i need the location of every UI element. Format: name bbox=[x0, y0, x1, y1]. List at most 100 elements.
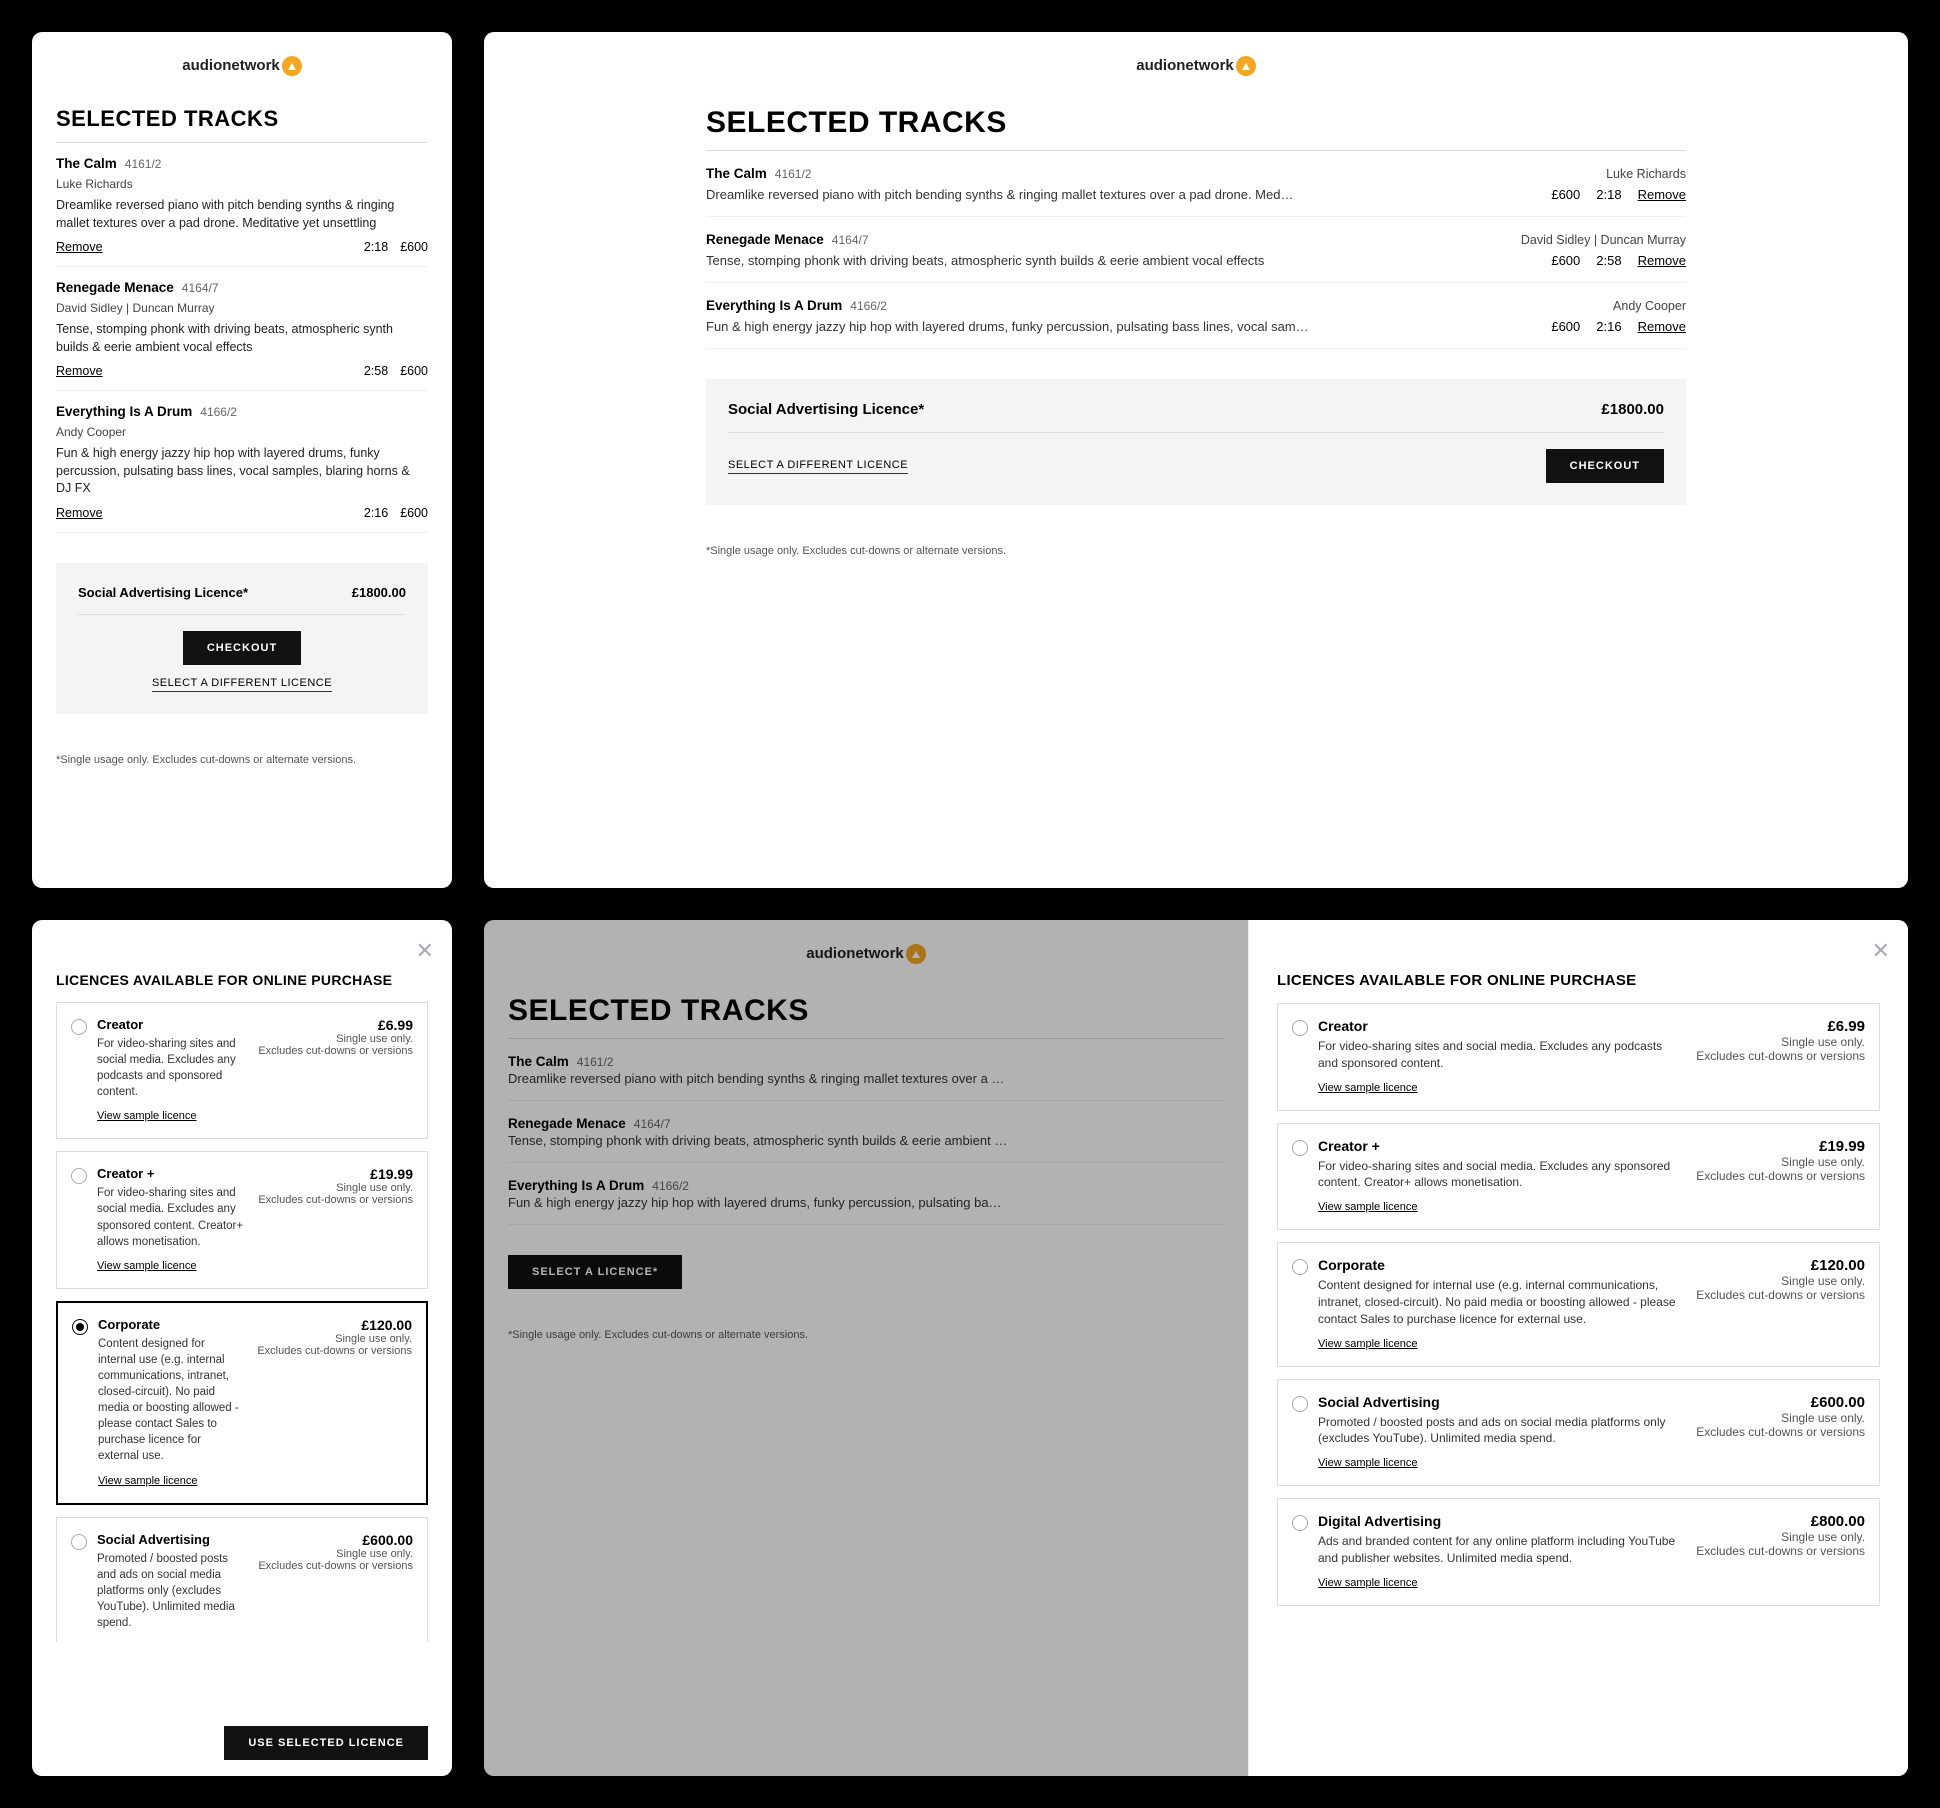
licence-description: For video-sharing sites and social media… bbox=[1318, 1038, 1682, 1072]
close-icon[interactable]: ✕ bbox=[416, 938, 434, 964]
page-title: SELECTED TRACKS bbox=[56, 106, 428, 132]
track-id: 4161/2 bbox=[775, 167, 812, 181]
licence-description: Promoted / boosted posts and ads on soci… bbox=[97, 1551, 244, 1631]
summary-licence-label: Social Advertising Licence* bbox=[728, 401, 924, 418]
footnote: *Single usage only. Excludes cut-downs o… bbox=[706, 545, 1686, 557]
track-id: 4164/7 bbox=[182, 281, 219, 295]
radio-icon[interactable] bbox=[1292, 1396, 1308, 1412]
licence-terms: Single use only.Excludes cut-downs or ve… bbox=[1696, 1530, 1865, 1558]
licence-terms: Single use only.Excludes cut-downs or ve… bbox=[1696, 1411, 1865, 1439]
radio-icon[interactable] bbox=[72, 1319, 88, 1335]
track-artists: David Sidley | Duncan Murray bbox=[1521, 233, 1686, 247]
licence-price: £800.00 bbox=[1696, 1513, 1865, 1530]
radio-icon[interactable] bbox=[1292, 1259, 1308, 1275]
track-title: The Calm bbox=[56, 156, 117, 171]
view-sample-licence-link[interactable]: View sample licence bbox=[1318, 1457, 1417, 1469]
track-list: The Calm4161/2 Luke Richards Dreamlike r… bbox=[706, 150, 1686, 349]
track-description: Tense, stomping phonk with driving beats… bbox=[56, 321, 428, 356]
brand-logo: audionetwork bbox=[544, 56, 1848, 76]
licence-name: Creator bbox=[97, 1017, 244, 1032]
radio-icon[interactable] bbox=[71, 1019, 87, 1035]
remove-link[interactable]: Remove bbox=[56, 364, 103, 378]
checkout-button[interactable]: CHECKOUT bbox=[183, 631, 301, 665]
radio-icon[interactable] bbox=[1292, 1515, 1308, 1531]
desktop-selected-tracks-panel: audionetwork SELECTED TRACKS The Calm416… bbox=[484, 32, 1908, 888]
modal-title: LICENCES AVAILABLE FOR ONLINE PURCHASE bbox=[56, 972, 428, 988]
track-artists: Andy Cooper bbox=[56, 425, 428, 439]
licence-name: Corporate bbox=[98, 1317, 243, 1332]
desktop-licence-drawer-panel: audionetwork SELECTED TRACKS The Calm416… bbox=[484, 920, 1908, 1776]
licence-option-creator-plus[interactable]: Creator + For video-sharing sites and so… bbox=[1277, 1123, 1880, 1231]
licence-price: £600.00 bbox=[258, 1532, 413, 1548]
track-row: The Calm4161/2 Luke Richards Dreamlike r… bbox=[706, 151, 1686, 217]
summary-box: Social Advertising Licence* £1800.00 CHE… bbox=[56, 563, 428, 714]
radio-icon[interactable] bbox=[1292, 1020, 1308, 1036]
track-description: Fun & high energy jazzy hip hop with lay… bbox=[56, 445, 428, 498]
remove-link[interactable]: Remove bbox=[56, 240, 103, 254]
licence-option-social-advertising[interactable]: Social Advertising Promoted / boosted po… bbox=[1277, 1379, 1880, 1487]
track-duration: 2:58 bbox=[1596, 253, 1621, 268]
licence-name: Creator + bbox=[97, 1166, 244, 1181]
view-sample-licence-link[interactable]: View sample licence bbox=[1318, 1577, 1417, 1589]
licence-option-creator-plus[interactable]: Creator + For video-sharing sites and so… bbox=[56, 1151, 428, 1288]
track-price: £600 bbox=[400, 364, 428, 378]
view-sample-licence-link[interactable]: View sample licence bbox=[97, 1110, 196, 1122]
summary-box: Social Advertising Licence* £1800.00 SEL… bbox=[706, 379, 1686, 505]
view-sample-licence-link[interactable]: View sample licence bbox=[1318, 1201, 1417, 1213]
track-price: £600 bbox=[400, 506, 428, 520]
licence-list: Creator For video-sharing sites and soci… bbox=[56, 1002, 428, 1642]
page-title: SELECTED TRACKS bbox=[706, 106, 1686, 140]
brand-logo: audionetwork bbox=[56, 56, 428, 76]
radio-icon[interactable] bbox=[71, 1168, 87, 1184]
select-different-licence-link[interactable]: SELECT A DIFFERENT LICENCE bbox=[728, 459, 908, 474]
view-sample-licence-link[interactable]: View sample licence bbox=[98, 1475, 197, 1487]
track-title: Renegade Menace bbox=[706, 232, 824, 247]
track-description: Dreamlike reversed piano with pitch bend… bbox=[706, 187, 1293, 202]
remove-link[interactable]: Remove bbox=[1638, 253, 1686, 268]
checkout-button[interactable]: CHECKOUT bbox=[1546, 449, 1664, 483]
track-title: Everything Is A Drum bbox=[56, 404, 192, 419]
use-selected-licence-button[interactable]: USE SELECTED LICENCE bbox=[224, 1726, 428, 1760]
track-id: 4166/2 bbox=[850, 299, 887, 313]
licence-name: Social Advertising bbox=[1318, 1394, 1682, 1410]
view-sample-licence-link[interactable]: View sample licence bbox=[1318, 1338, 1417, 1350]
licence-option-digital-advertising[interactable]: Digital Advertising Ads and branded cont… bbox=[1277, 1498, 1880, 1606]
close-icon[interactable]: ✕ bbox=[1872, 938, 1890, 964]
modal-title: LICENCES AVAILABLE FOR ONLINE PURCHASE bbox=[1277, 972, 1880, 989]
remove-link[interactable]: Remove bbox=[56, 506, 103, 520]
licence-option-social-advertising[interactable]: Social Advertising Promoted / boosted po… bbox=[56, 1517, 428, 1643]
licence-price: £6.99 bbox=[258, 1017, 413, 1033]
remove-link[interactable]: Remove bbox=[1638, 319, 1686, 334]
select-different-licence-link[interactable]: SELECT A DIFFERENT LICENCE bbox=[152, 677, 332, 692]
licence-terms: Single use only.Excludes cut-downs or ve… bbox=[1696, 1155, 1865, 1183]
remove-link[interactable]: Remove bbox=[1638, 187, 1686, 202]
track-artists: Luke Richards bbox=[1606, 167, 1686, 181]
brand-triangle-icon bbox=[1236, 56, 1256, 76]
track-duration: 2:18 bbox=[1596, 187, 1621, 202]
track-price: £600 bbox=[1551, 253, 1580, 268]
licence-price: £600.00 bbox=[1696, 1394, 1865, 1411]
licence-option-corporate[interactable]: Corporate Content designed for internal … bbox=[1277, 1242, 1880, 1366]
view-sample-licence-link[interactable]: View sample licence bbox=[97, 1641, 196, 1642]
licence-option-creator[interactable]: Creator For video-sharing sites and soci… bbox=[56, 1002, 428, 1139]
radio-icon[interactable] bbox=[71, 1534, 87, 1550]
track-id: 4164/7 bbox=[832, 233, 869, 247]
track-duration: 2:16 bbox=[364, 506, 388, 520]
track-id: 4161/2 bbox=[125, 157, 162, 171]
summary-total: £1800.00 bbox=[352, 585, 406, 600]
track-price: £600 bbox=[1551, 187, 1580, 202]
track-price: £600 bbox=[1551, 319, 1580, 334]
licence-option-corporate[interactable]: Corporate Content designed for internal … bbox=[56, 1301, 428, 1505]
licence-price: £19.99 bbox=[258, 1166, 413, 1182]
view-sample-licence-link[interactable]: View sample licence bbox=[1318, 1082, 1417, 1094]
radio-icon[interactable] bbox=[1292, 1140, 1308, 1156]
licence-description: Content designed for internal use (e.g. … bbox=[1318, 1277, 1682, 1327]
track-artists: Andy Cooper bbox=[1613, 299, 1686, 313]
licence-description: For video-sharing sites and social media… bbox=[1318, 1158, 1682, 1192]
track-description: Tense, stomping phonk with driving beats… bbox=[706, 253, 1264, 268]
licence-option-creator[interactable]: Creator For video-sharing sites and soci… bbox=[1277, 1003, 1880, 1111]
modal-overlay[interactable] bbox=[484, 920, 1248, 1776]
view-sample-licence-link[interactable]: View sample licence bbox=[97, 1260, 196, 1272]
licence-description: Ads and branded content for any online p… bbox=[1318, 1533, 1682, 1567]
backdrop: audionetwork SELECTED TRACKS The Calm416… bbox=[484, 920, 1248, 1776]
